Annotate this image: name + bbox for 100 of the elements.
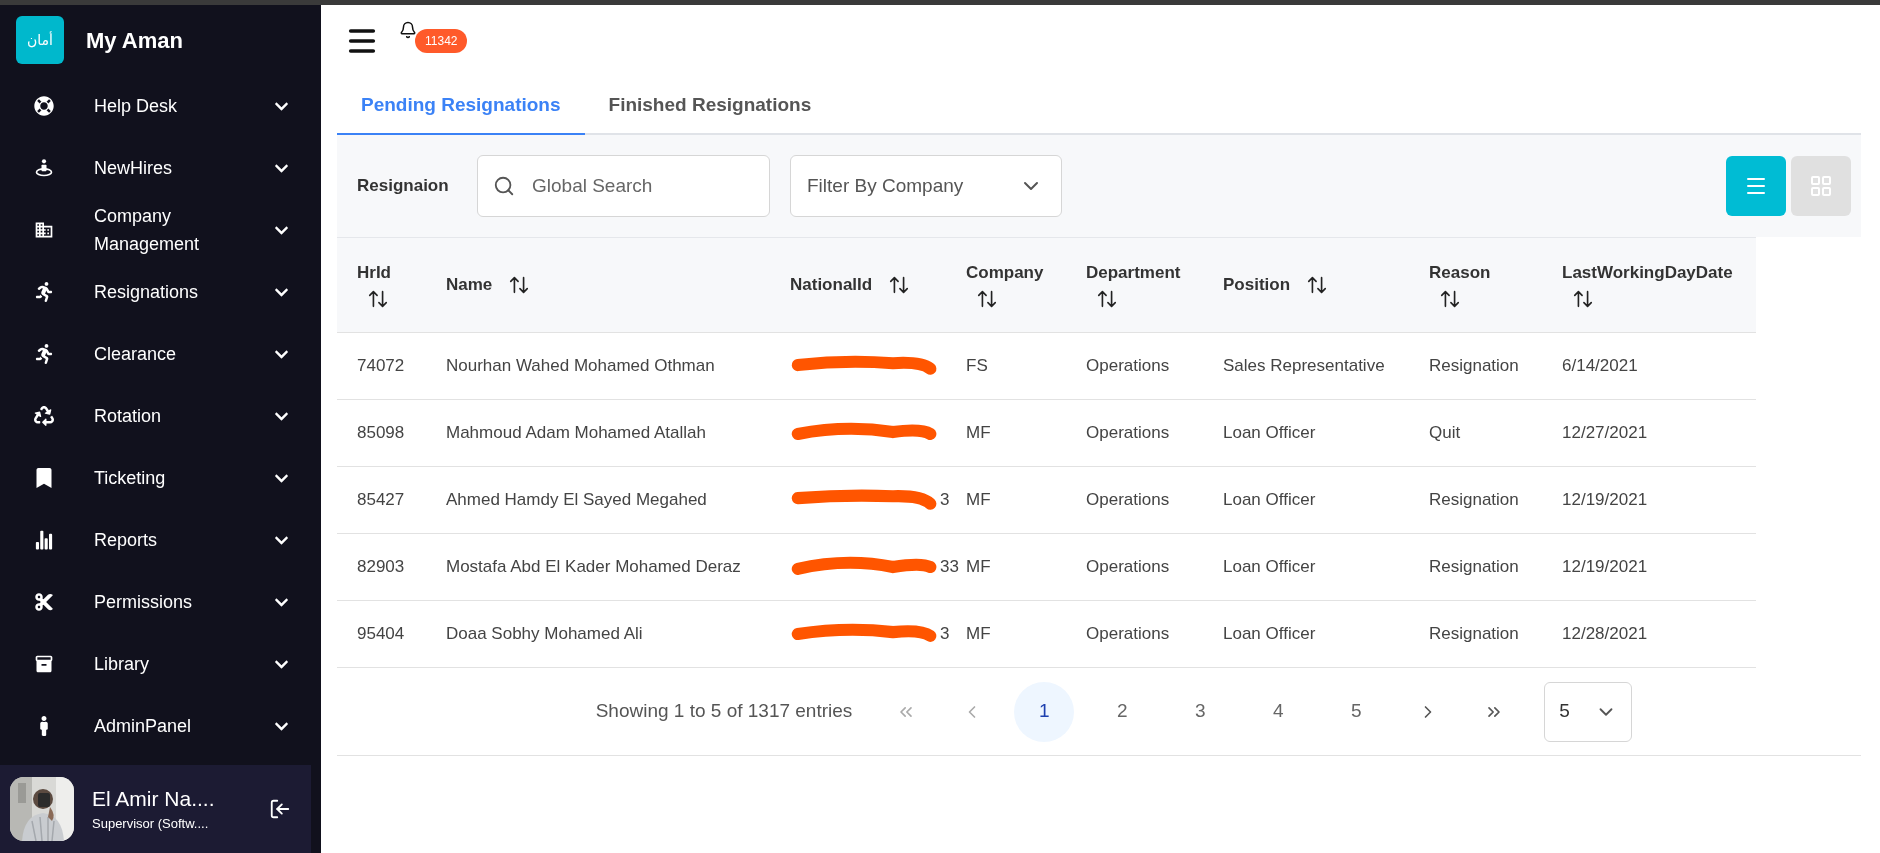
table-cell: MF — [966, 557, 991, 577]
running-person-icon — [34, 282, 54, 302]
sidebar-item[interactable]: Library — [0, 633, 321, 695]
sidebar-item[interactable]: Permissions — [0, 571, 321, 633]
view-toggle-button[interactable] — [1791, 156, 1851, 216]
table-cell: Resignation — [1429, 557, 1519, 577]
page-button[interactable]: 3 — [1170, 681, 1231, 742]
sidebar-item-label: Ticketing — [94, 467, 167, 490]
table-cell: Loan Officer — [1223, 490, 1316, 510]
sidebar-item-label: Clearance — [94, 343, 178, 366]
sort-icon[interactable] — [1306, 274, 1329, 296]
sidebar-item-label: Rotation — [94, 405, 163, 428]
scissors-icon — [34, 592, 54, 612]
column-header: Position — [1223, 274, 1291, 297]
table-cell: 12/19/2021 — [1562, 490, 1648, 510]
column-header: HrId — [357, 262, 391, 285]
table-cell: Nourhan Wahed Mohamed Othman — [446, 356, 715, 376]
grid-view-icon — [1809, 174, 1833, 198]
sidebar-item[interactable]: Company Management — [0, 199, 321, 261]
table-cell: Loan Officer — [1223, 624, 1316, 644]
table-cell: 12/28/2021 — [1562, 624, 1648, 644]
table-cell: Loan Officer — [1223, 557, 1316, 577]
table-cell: 85098 — [357, 423, 405, 443]
table-cell: Resignation — [1429, 624, 1519, 644]
table-cell: Doaa Sobhy Mohamed Ali — [446, 624, 643, 644]
table-cell: FS — [966, 356, 988, 376]
sidebar-item-label: Permissions — [94, 591, 194, 614]
column-header: LastWorkingDayDate — [1562, 262, 1733, 285]
sidebar-item[interactable]: AdminPanel — [0, 695, 321, 757]
running-person-icon — [34, 344, 54, 364]
page-size-dropdown[interactable]: 5 — [1544, 681, 1633, 742]
sidebar-item[interactable]: Rotation — [0, 385, 321, 447]
table-cell: MF — [966, 490, 991, 510]
archive-box-icon — [34, 654, 54, 674]
bookmark-icon — [34, 468, 54, 488]
page-button[interactable]: 1 — [1014, 681, 1075, 742]
table-cell: 12/19/2021 — [1562, 557, 1648, 577]
column-header: Company — [966, 262, 1044, 285]
sidebar-item[interactable]: Help Desk — [0, 75, 321, 137]
tab[interactable]: Finished Resignations — [584, 77, 836, 135]
search-icon — [493, 175, 515, 197]
sidebar-item-label: Company Management — [94, 205, 201, 256]
company-filter-dropdown[interactable]: Filter By Company — [790, 155, 1062, 217]
table-cell: Operations — [1086, 356, 1170, 376]
lifebuoy-icon — [34, 96, 54, 116]
column-header: Department — [1086, 262, 1181, 285]
sidebar-item-label: Resignations — [94, 281, 200, 304]
table-cell: Operations — [1086, 624, 1170, 644]
notification-count: 11342 — [415, 29, 468, 53]
recycle-icon — [34, 406, 54, 426]
table-cell-text: 33 — [940, 556, 959, 579]
table-cell: Operations — [1086, 557, 1170, 577]
column-header: Name — [446, 274, 493, 297]
table-cell: MF — [966, 423, 991, 443]
view-toggle-button[interactable] — [1726, 156, 1786, 216]
table-cell: Resignation — [1429, 490, 1519, 510]
table-cell: Loan Officer — [1223, 423, 1316, 443]
table-cell: Mahmoud Adam Mohamed Atallah — [446, 423, 706, 443]
bar-chart-icon — [34, 530, 54, 550]
sidebar-item-label: AdminPanel — [94, 715, 193, 738]
sidebar-item-label: NewHires — [94, 157, 173, 180]
user-name: El Amir Na.... — [92, 786, 216, 813]
table-cell: Operations — [1086, 490, 1170, 510]
sidebar-item[interactable]: Clearance — [0, 323, 321, 385]
table-cell: Resignation — [1429, 356, 1519, 376]
table-cell: Ahmed Hamdy El Sayed Megahed — [446, 490, 707, 510]
sidebar-item[interactable]: Resignations — [0, 261, 321, 323]
app-title: My Aman — [86, 26, 183, 55]
table-cell: 12/27/2021 — [1562, 423, 1648, 443]
sidebar-item[interactable]: NewHires — [0, 137, 321, 199]
column-header: Reason — [1429, 262, 1491, 285]
sign-out-icon[interactable] — [269, 798, 291, 820]
page-button[interactable]: 4 — [1248, 681, 1309, 742]
search-field[interactable]: Global Search — [477, 155, 770, 217]
sidebar-item[interactable]: Reports — [0, 509, 321, 571]
user-role: Supervisor (Softw.... — [92, 815, 210, 834]
sidebar-item-label: Library — [94, 653, 151, 676]
person-ring-icon — [34, 158, 54, 178]
table-cell-text: 3 — [940, 489, 950, 512]
app-logo: أمان — [16, 16, 64, 64]
table-cell: 95404 — [357, 624, 405, 644]
table-cell: Quit — [1429, 423, 1461, 443]
page-button[interactable]: 2 — [1092, 681, 1153, 742]
table-cell: Mostafa Abd El Kader Mohamed Deraz — [446, 557, 741, 577]
sidebar-item[interactable]: Ticketing — [0, 447, 321, 509]
table-cell: Operations — [1086, 423, 1170, 443]
table-cell: 6/14/2021 — [1562, 356, 1638, 376]
table-cell: 85427 — [357, 490, 405, 510]
column-header: NationalId — [790, 274, 873, 297]
sidebar-item-label: Help Desk — [94, 95, 179, 118]
table-cell-text: 3 — [940, 623, 950, 646]
sort-icon[interactable] — [888, 274, 911, 296]
notification-icon[interactable] — [399, 21, 417, 39]
sidebar-item-label: Reports — [94, 529, 159, 552]
table-cell: 82903 — [357, 557, 405, 577]
page-button[interactable]: 5 — [1326, 681, 1387, 742]
building-icon — [34, 220, 54, 240]
sort-icon[interactable] — [508, 274, 531, 296]
toolbar-label: Resignaion — [357, 175, 450, 198]
table-cell: Sales Representative — [1223, 356, 1385, 376]
